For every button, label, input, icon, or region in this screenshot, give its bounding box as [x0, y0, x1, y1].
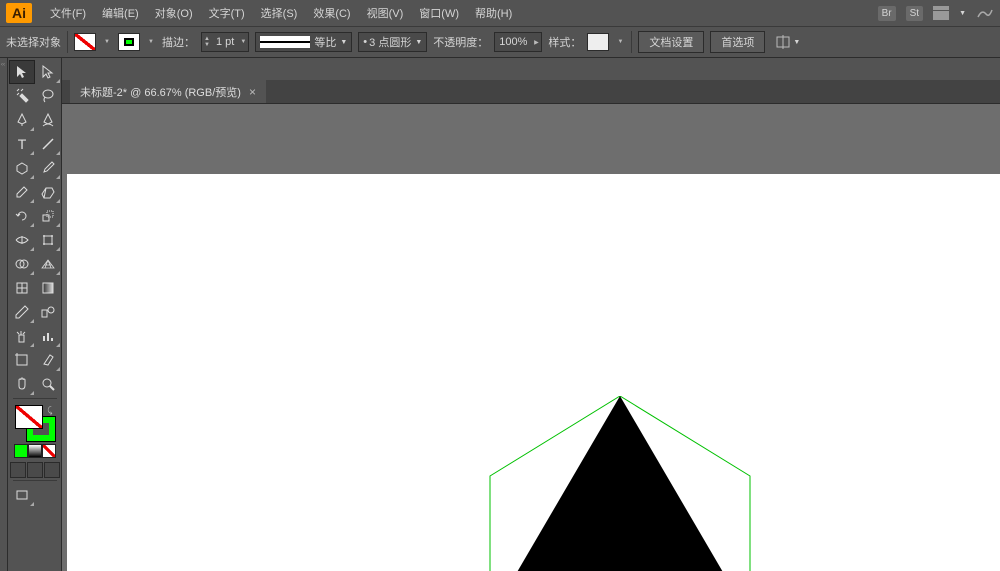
stroke-label: 描边：: [162, 34, 195, 50]
none-chip[interactable]: [42, 444, 56, 458]
screen-mode[interactable]: [9, 483, 35, 507]
document-area: 未标题-2* @ 66.67% (RGB/预览) ×: [62, 58, 1000, 571]
shaper-tool[interactable]: [9, 180, 35, 204]
swap-fill-stroke-icon[interactable]: ⤹: [47, 405, 52, 416]
symbol-sprayer-tool[interactable]: [9, 324, 35, 348]
stroke-weight-field[interactable]: ▲▼ 1 pt ▼: [201, 32, 249, 52]
variable-width-profile[interactable]: 等比 ▼: [255, 32, 352, 52]
column-graph-tool[interactable]: [35, 324, 61, 348]
menu-object[interactable]: 对象(O): [147, 1, 201, 25]
shape-builder-tool[interactable]: [9, 252, 35, 276]
opacity-value[interactable]: 100%: [495, 36, 531, 48]
document-tab[interactable]: 未标题-2* @ 66.67% (RGB/预览) ×: [70, 80, 266, 103]
menu-bar: Ai 文件(F) 编辑(E) 对象(O) 文字(T) 选择(S) 效果(C) 视…: [0, 0, 1000, 26]
rotate-tool[interactable]: [9, 204, 35, 228]
preferences-button[interactable]: 首选项: [710, 31, 765, 53]
bridge-icon[interactable]: Br: [878, 6, 896, 21]
menu-file[interactable]: 文件(F): [42, 1, 94, 25]
svg-text:T: T: [17, 136, 26, 152]
fill-stroke-swatch[interactable]: ⤹: [13, 405, 57, 441]
stroke-dropdown[interactable]: ▼: [146, 33, 156, 51]
gradient-chip[interactable]: [28, 444, 42, 458]
direct-selection-tool[interactable]: [35, 60, 61, 84]
slice-tool[interactable]: [35, 348, 61, 372]
artboard-tool[interactable]: [9, 348, 35, 372]
opacity-field[interactable]: 100% ▶: [494, 32, 542, 52]
document-setup-button[interactable]: 文档设置: [638, 31, 704, 53]
type-tool[interactable]: T: [9, 132, 35, 156]
stroke-weight-dropdown[interactable]: ▼: [238, 33, 248, 51]
uniform-label: 等比: [314, 34, 336, 50]
scale-tool[interactable]: [35, 204, 61, 228]
free-transform-tool[interactable]: [35, 228, 61, 252]
document-tabs: 未标题-2* @ 66.67% (RGB/预览) ×: [62, 80, 1000, 104]
draw-behind[interactable]: [27, 462, 43, 478]
selection-status: 未选择对象: [6, 34, 61, 50]
rectangle-tool[interactable]: [9, 156, 35, 180]
opacity-label: 不透明度：: [433, 34, 488, 50]
menu-select[interactable]: 选择(S): [253, 1, 306, 25]
gradient-tool[interactable]: [35, 276, 61, 300]
stroke-swatch[interactable]: [118, 33, 140, 51]
fill-preview[interactable]: [15, 405, 43, 429]
arrange-dropdown[interactable]: ▼: [959, 10, 966, 17]
eyedropper-tool[interactable]: [9, 300, 35, 324]
draw-inside[interactable]: [44, 462, 60, 478]
app-logo: Ai: [6, 3, 32, 23]
menu-adornments: Br St ▼: [878, 6, 994, 21]
pen-tool[interactable]: [9, 108, 35, 132]
hand-tool[interactable]: [9, 372, 35, 396]
draw-modes: [10, 462, 60, 478]
eraser-tool[interactable]: [35, 180, 61, 204]
menu-view[interactable]: 视图(V): [359, 1, 412, 25]
graphic-style-swatch[interactable]: [587, 33, 609, 51]
style-label: 样式：: [548, 34, 581, 50]
menu-effect[interactable]: 效果(C): [305, 1, 358, 25]
stroke-weight-value[interactable]: 1 pt: [212, 36, 238, 48]
mesh-tool[interactable]: [9, 276, 35, 300]
zoom-tool[interactable]: [35, 372, 61, 396]
menu-edit[interactable]: 编辑(E): [94, 1, 147, 25]
menu-window[interactable]: 窗口(W): [411, 1, 467, 25]
menu-help[interactable]: 帮助(H): [467, 1, 520, 25]
menu-type[interactable]: 文字(T): [201, 1, 253, 25]
fill-swatch[interactable]: [74, 33, 96, 51]
selection-tool[interactable]: [9, 60, 35, 84]
draw-normal[interactable]: [10, 462, 26, 478]
blend-tool[interactable]: [35, 300, 61, 324]
document-tab-label: 未标题-2* @ 66.67% (RGB/预览): [80, 84, 241, 100]
style-dropdown[interactable]: ▼: [615, 33, 625, 51]
magic-wand-tool[interactable]: [9, 84, 35, 108]
canvas[interactable]: [62, 104, 1000, 571]
fill-dropdown[interactable]: ▼: [102, 33, 112, 51]
control-bar: 未选择对象 ▼ ▼ 描边： ▲▼ 1 pt ▼ 等比 ▼ • 3 点圆形 ▼ 不…: [0, 26, 1000, 58]
width-tool[interactable]: [9, 228, 35, 252]
stroke-weight-spinner[interactable]: ▲▼: [202, 33, 212, 51]
arrange-documents-icon[interactable]: [933, 6, 949, 20]
brush-label: 3 点圆形: [369, 34, 411, 50]
align-control[interactable]: ▼: [775, 35, 800, 49]
side-panel-collapsed[interactable]: [0, 58, 8, 571]
line-segment-tool[interactable]: [35, 132, 61, 156]
stroke-profile-preview: [260, 36, 310, 48]
opacity-dropdown[interactable]: ▶: [531, 33, 541, 51]
close-tab-icon[interactable]: ×: [249, 85, 256, 99]
paintbrush-tool[interactable]: [35, 156, 61, 180]
triangle-shape[interactable]: [430, 396, 810, 571]
color-chip[interactable]: [14, 444, 28, 458]
stock-icon[interactable]: St: [906, 6, 923, 21]
brush-definition[interactable]: • 3 点圆形 ▼: [358, 32, 427, 52]
curvature-tool[interactable]: [35, 108, 61, 132]
gpu-icon[interactable]: [976, 6, 994, 20]
lasso-tool[interactable]: [35, 84, 61, 108]
tool-panel: T: [8, 58, 62, 571]
perspective-grid-tool[interactable]: [35, 252, 61, 276]
artboard[interactable]: [67, 174, 1000, 571]
